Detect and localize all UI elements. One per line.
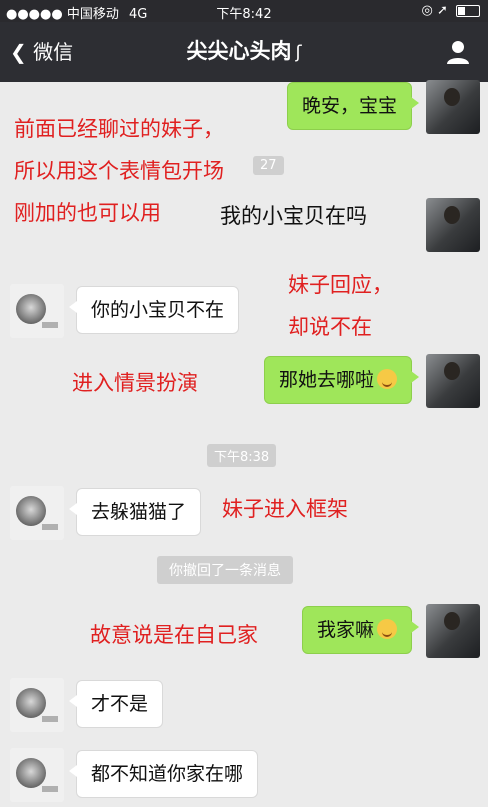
timestamp: 下午8:38 <box>207 444 277 467</box>
my-avatar[interactable] <box>426 354 480 408</box>
smile-emoji-icon <box>377 619 397 639</box>
annotation: 刚加的也可以用 <box>14 201 161 225</box>
contact-avatar[interactable] <box>10 748 64 802</box>
message-bubble[interactable]: 你的小宝贝不在 <box>68 286 240 334</box>
message-bubble[interactable]: 都不知道你家在哪 <box>68 750 259 798</box>
status-bar: ●●●●● 中国移动 4G 下午8:42 ◎ ➚ <box>0 0 488 22</box>
message-bubble[interactable]: 才不是 <box>68 680 164 728</box>
annotation: 妹子进入框架 <box>222 497 348 521</box>
smile-emoji-icon <box>377 369 397 389</box>
clock: 下午8:42 <box>216 7 272 22</box>
contact-avatar[interactable] <box>10 284 64 338</box>
my-avatar[interactable] <box>426 80 480 134</box>
contact-avatar[interactable] <box>10 678 64 732</box>
chat-title: 尖尖心头肉 ʃ <box>186 39 302 63</box>
contact-avatar[interactable] <box>10 486 64 540</box>
message-bubble[interactable]: 晚安，宝宝 <box>286 82 420 130</box>
my-avatar[interactable] <box>426 198 480 252</box>
message-text[interactable]: 我的小宝贝在吗 <box>220 200 367 230</box>
user-profile-button[interactable] <box>444 38 472 70</box>
user-icon <box>447 41 469 64</box>
chat-area[interactable]: 晚安，宝宝 前面已经聊过的妹子， 27 所以用这个表情包开场 刚加的也可以用 我… <box>0 80 488 807</box>
message-bubble[interactable]: 我家嘛 <box>301 606 420 654</box>
annotation: 进入情景扮演 <box>72 371 198 395</box>
message-bubble[interactable]: 去躲猫猫了 <box>68 488 202 536</box>
recall-notice: 你撤回了一条消息 <box>157 556 293 584</box>
annotation: 所以用这个表情包开场 <box>14 159 224 183</box>
timestamp-partial: 27 <box>253 156 284 175</box>
annotation: 故意说是在自己家 <box>90 623 258 647</box>
annotation: 妹子回应， <box>288 273 393 297</box>
annotation: 前面已经聊过的妹子， <box>14 117 224 141</box>
my-avatar[interactable] <box>426 604 480 658</box>
ear-icon: ʃ <box>295 42 302 63</box>
annotation: 却说不在 <box>288 315 372 339</box>
battery-icon <box>456 4 480 17</box>
message-bubble[interactable]: 那她去哪啦 <box>263 356 420 404</box>
status-icons: ◎ ➚ <box>421 3 448 18</box>
chat-header: ❮ 微信 尖尖心头肉 ʃ <box>0 22 488 82</box>
